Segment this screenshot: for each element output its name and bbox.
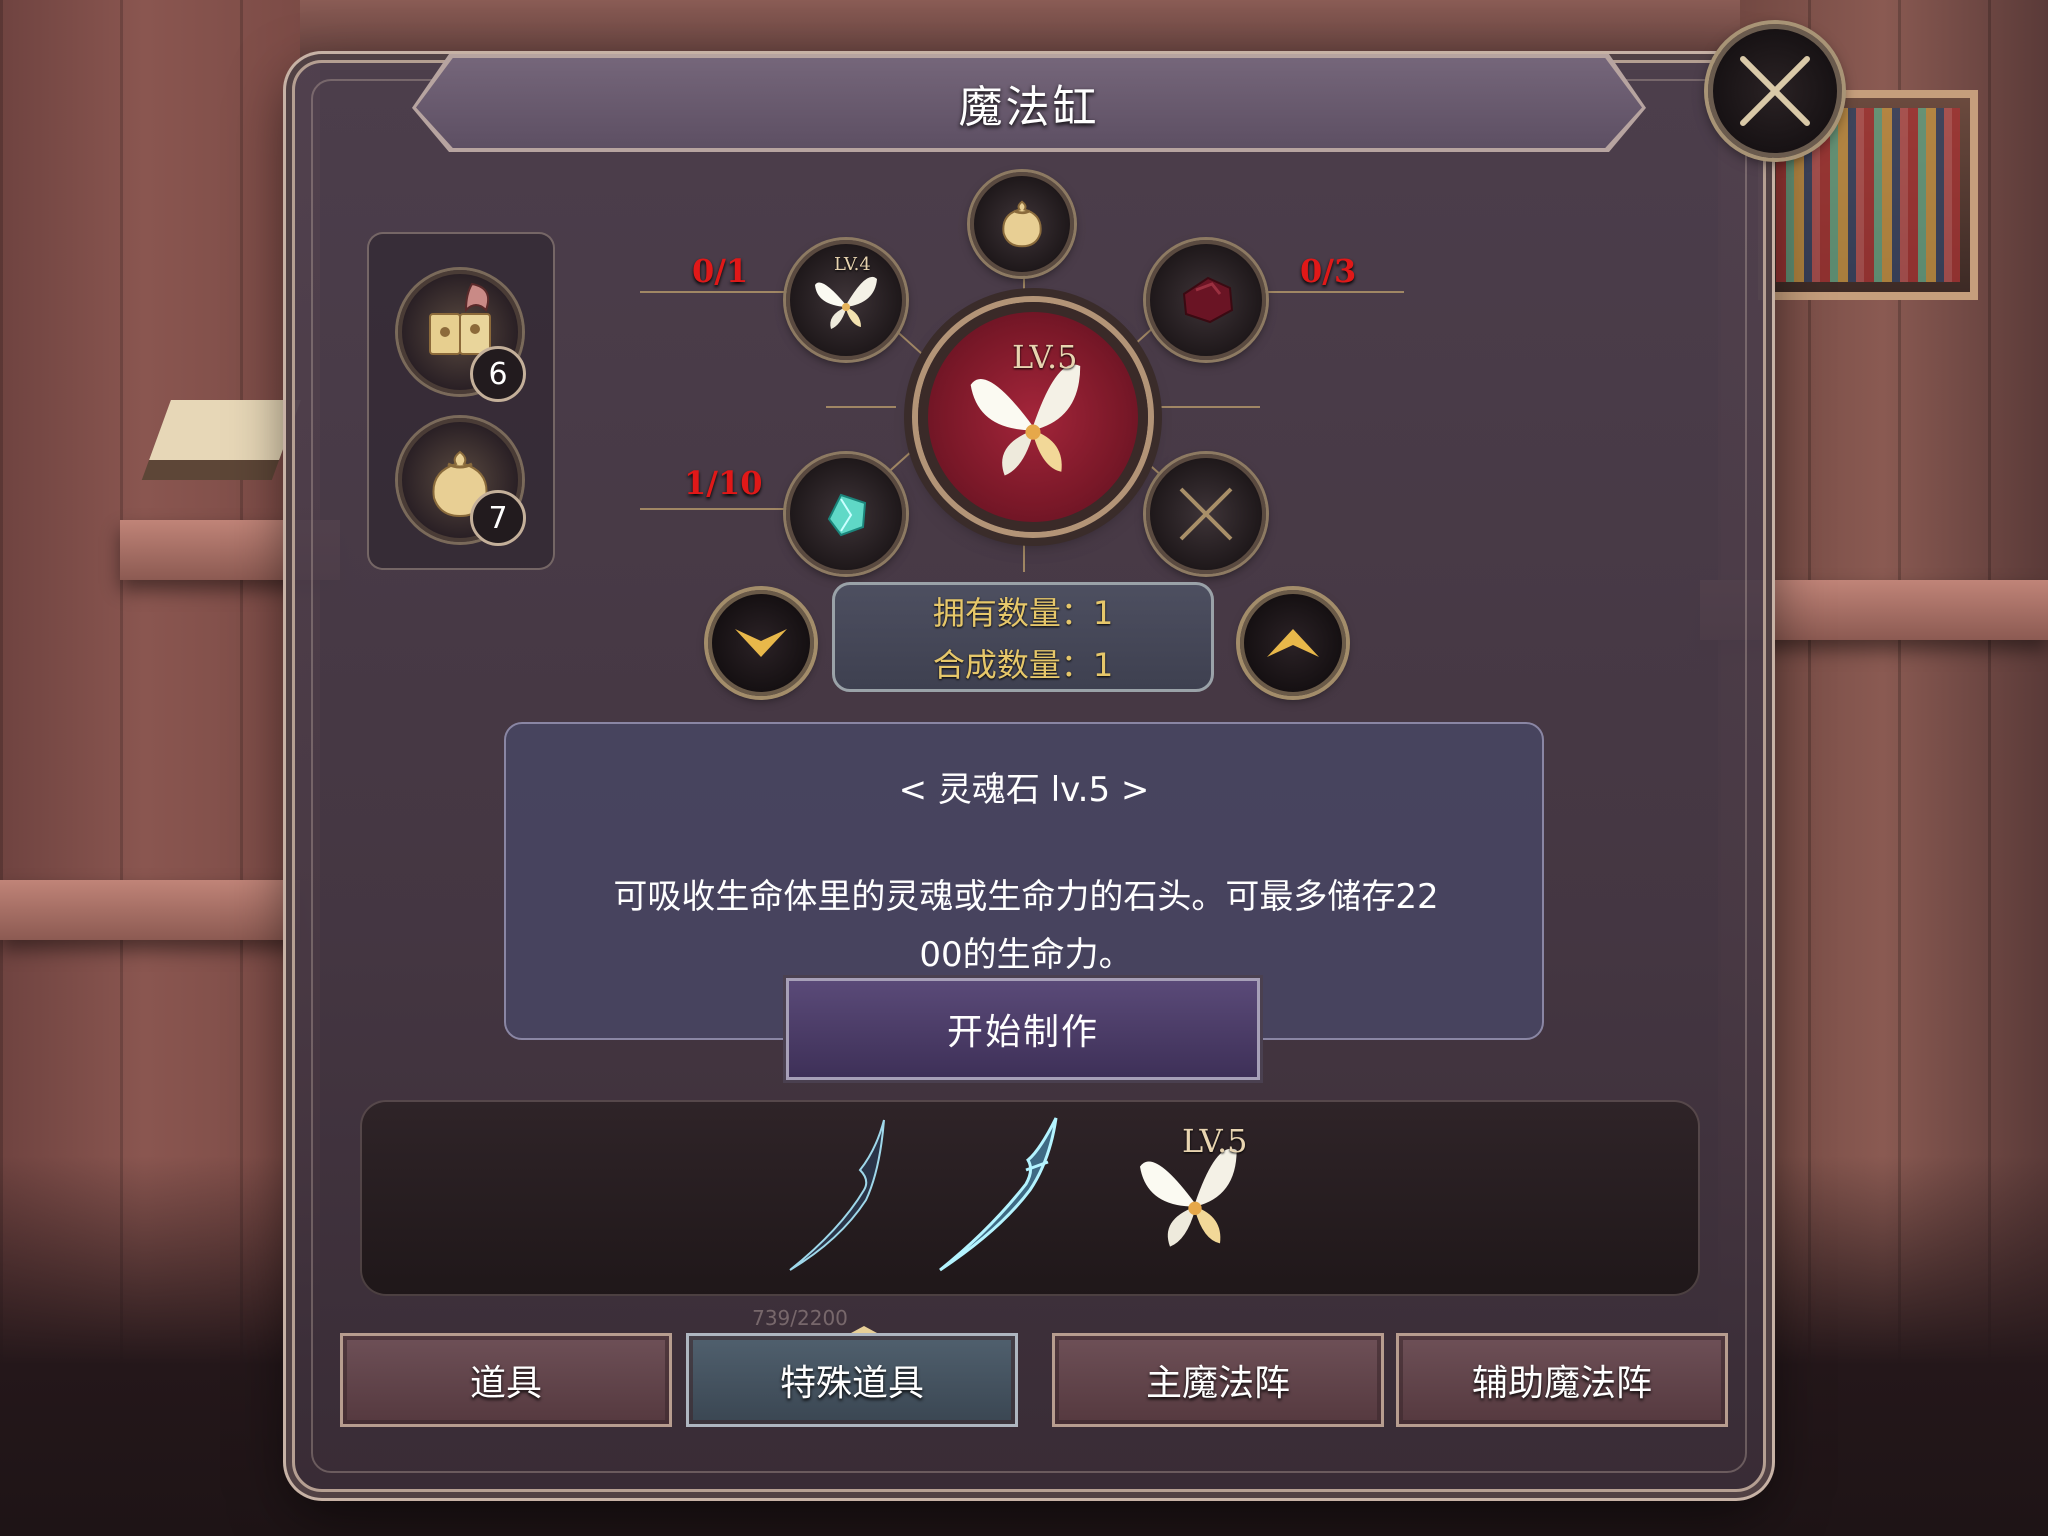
inventory-count: 7: [470, 490, 526, 546]
reading-desk: [149, 400, 301, 460]
crafting-preview-strip: LV.5: [360, 1100, 1700, 1296]
material-requirement: 0/3: [1300, 252, 1357, 290]
craft-quantity: 合成数量：1: [932, 646, 1114, 684]
material-slot-pouch[interactable]: [970, 172, 1074, 276]
tab-special-items[interactable]: 特殊道具: [686, 1333, 1018, 1427]
item-description-line: 00的生命力。: [919, 935, 1133, 975]
window-title: 魔法缸: [958, 82, 1100, 133]
chevron-up-icon: [1267, 629, 1319, 657]
material-requirement: 0/1: [692, 252, 749, 290]
craft-target-slot[interactable]: [918, 302, 1148, 532]
chevron-down-icon: [735, 629, 787, 657]
item-description: 可吸收生命体里的灵魂或生命力的石头。可最多储存22 00的生命力。: [562, 868, 1490, 984]
quantity-info-box: 拥有数量：1 合成数量：1: [832, 582, 1214, 692]
tab-main-magic-circle[interactable]: 主魔法阵: [1052, 1333, 1384, 1427]
material-slot-cyan-crystal[interactable]: [786, 454, 906, 574]
preview-level-tag: LV.5: [1182, 1122, 1248, 1160]
target-level-tag: LV.5: [1012, 338, 1078, 376]
dark-feather-icon: [789, 1119, 885, 1271]
close-icon: [1740, 56, 1810, 126]
title-bar: 魔法缸: [416, 58, 1642, 148]
owned-quantity: 拥有数量：1: [932, 594, 1114, 632]
wooden-shelf: [0, 880, 300, 940]
increase-quantity-button[interactable]: [1240, 590, 1346, 696]
guide-line: [640, 508, 794, 510]
guide-line: [640, 291, 794, 293]
cyan-feather-icon: [939, 1117, 1058, 1272]
guide-line: [1254, 291, 1404, 293]
pouch-icon: [1002, 200, 1042, 248]
material-slot-red-ore[interactable]: [1146, 240, 1266, 360]
inventory-count: 6: [470, 346, 526, 402]
start-crafting-button[interactable]: 开始制作: [786, 978, 1260, 1080]
material-slot-empty[interactable]: [1146, 454, 1266, 574]
material-requirement: 1/10: [684, 464, 763, 502]
tab-items[interactable]: 道具: [340, 1333, 672, 1427]
item-description-line: 可吸收生命体里的灵魂或生命力的石头。可最多储存22: [613, 877, 1439, 917]
close-button[interactable]: [1708, 24, 1842, 158]
material-level-tag: LV.4: [834, 254, 871, 275]
guide-line: [826, 406, 896, 408]
cyan-crystal-icon: [827, 493, 867, 537]
guide-line: [1150, 406, 1260, 408]
item-name: < 灵魂石 lv.5 >: [898, 770, 1150, 810]
red-ore-icon: [1182, 276, 1234, 324]
decrease-quantity-button[interactable]: [708, 590, 814, 696]
empty-slot-icon: [1179, 487, 1233, 541]
tab-support-magic-circle[interactable]: 辅助魔法阵: [1396, 1333, 1728, 1427]
